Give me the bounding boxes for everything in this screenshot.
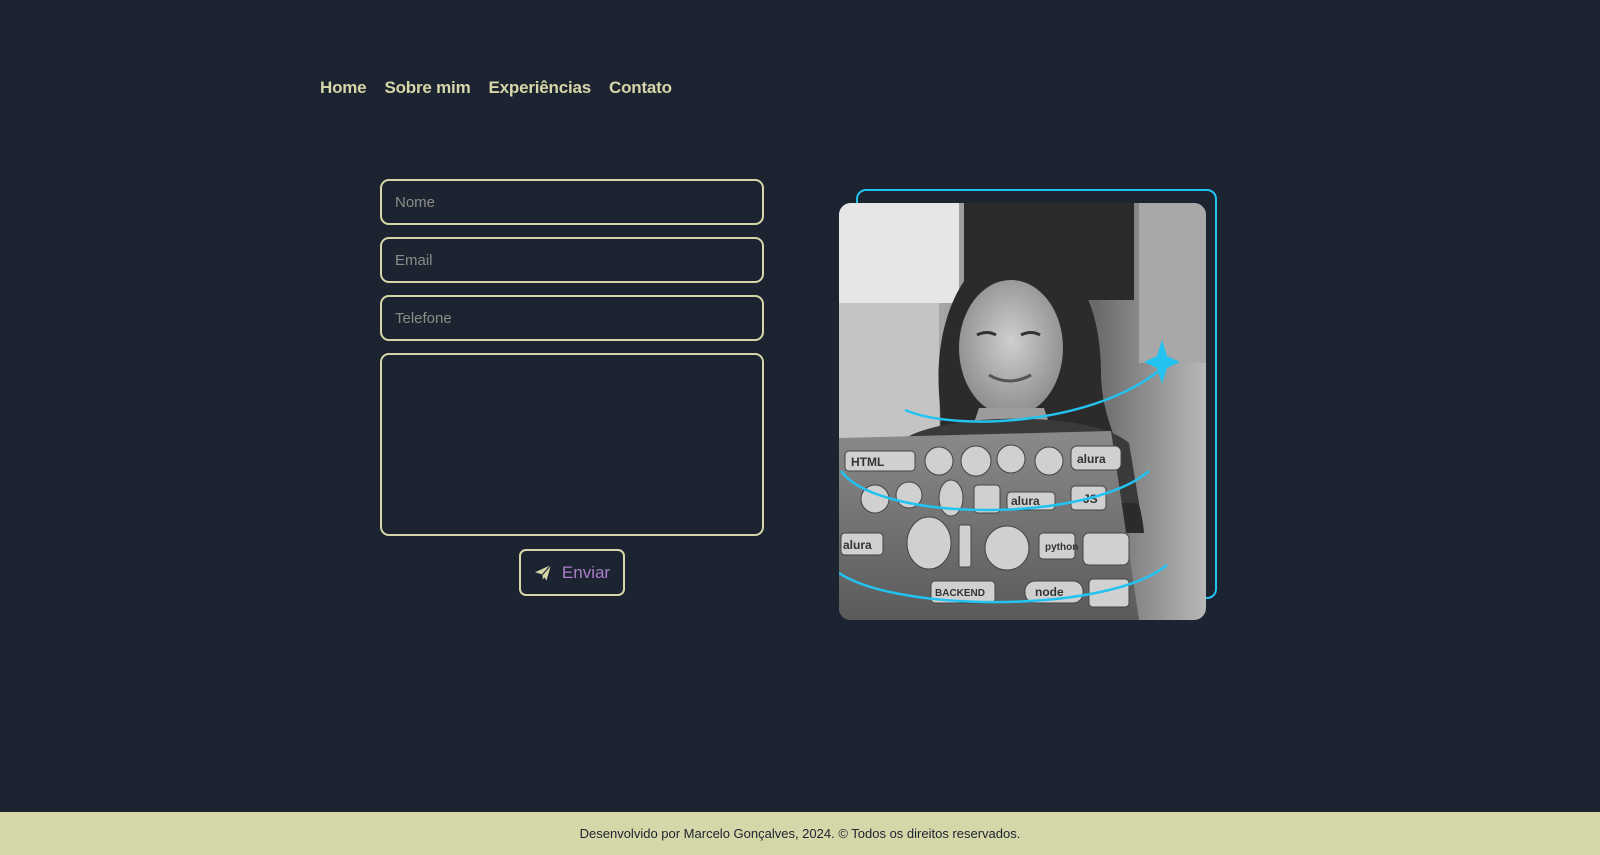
sticker-html-text: HTML bbox=[851, 455, 884, 469]
page-footer: Desenvolvido por Marcelo Gonçalves, 2024… bbox=[0, 812, 1600, 855]
phone-input[interactable] bbox=[380, 295, 764, 341]
send-button-label: Enviar bbox=[561, 562, 611, 582]
sticker-alura-text-2: alura bbox=[1011, 494, 1040, 508]
message-textarea[interactable] bbox=[380, 353, 764, 536]
name-input[interactable] bbox=[380, 179, 764, 225]
sticker-python-text: python bbox=[1045, 542, 1078, 553]
sticker-backend-text: BACKEND bbox=[935, 588, 985, 599]
page: Home Sobre mim Experiências Contato Envi… bbox=[0, 0, 1600, 855]
send-button[interactable]: Enviar bbox=[518, 549, 626, 596]
nav-experiences-link[interactable]: Experiências bbox=[489, 78, 592, 98]
paper-plane-icon bbox=[534, 564, 552, 582]
sticker-alura-text-3: alura bbox=[843, 538, 872, 552]
nav-contact-link[interactable]: Contato bbox=[609, 78, 672, 98]
sticker-alura-text-1: alura bbox=[1077, 452, 1106, 466]
nav-home-link[interactable]: Home bbox=[320, 78, 367, 98]
email-input[interactable] bbox=[380, 237, 764, 283]
contact-form: Enviar bbox=[380, 179, 764, 596]
nav-about-link[interactable]: Sobre mim bbox=[384, 78, 470, 98]
profile-photo: HTML alura JS alura python alura BACKEND… bbox=[839, 203, 1206, 620]
sticker-node-text: node bbox=[1035, 585, 1064, 599]
footer-text: Desenvolvido por Marcelo Gonçalves, 2024… bbox=[579, 826, 1021, 841]
main-nav: Home Sobre mim Experiências Contato bbox=[320, 78, 672, 98]
